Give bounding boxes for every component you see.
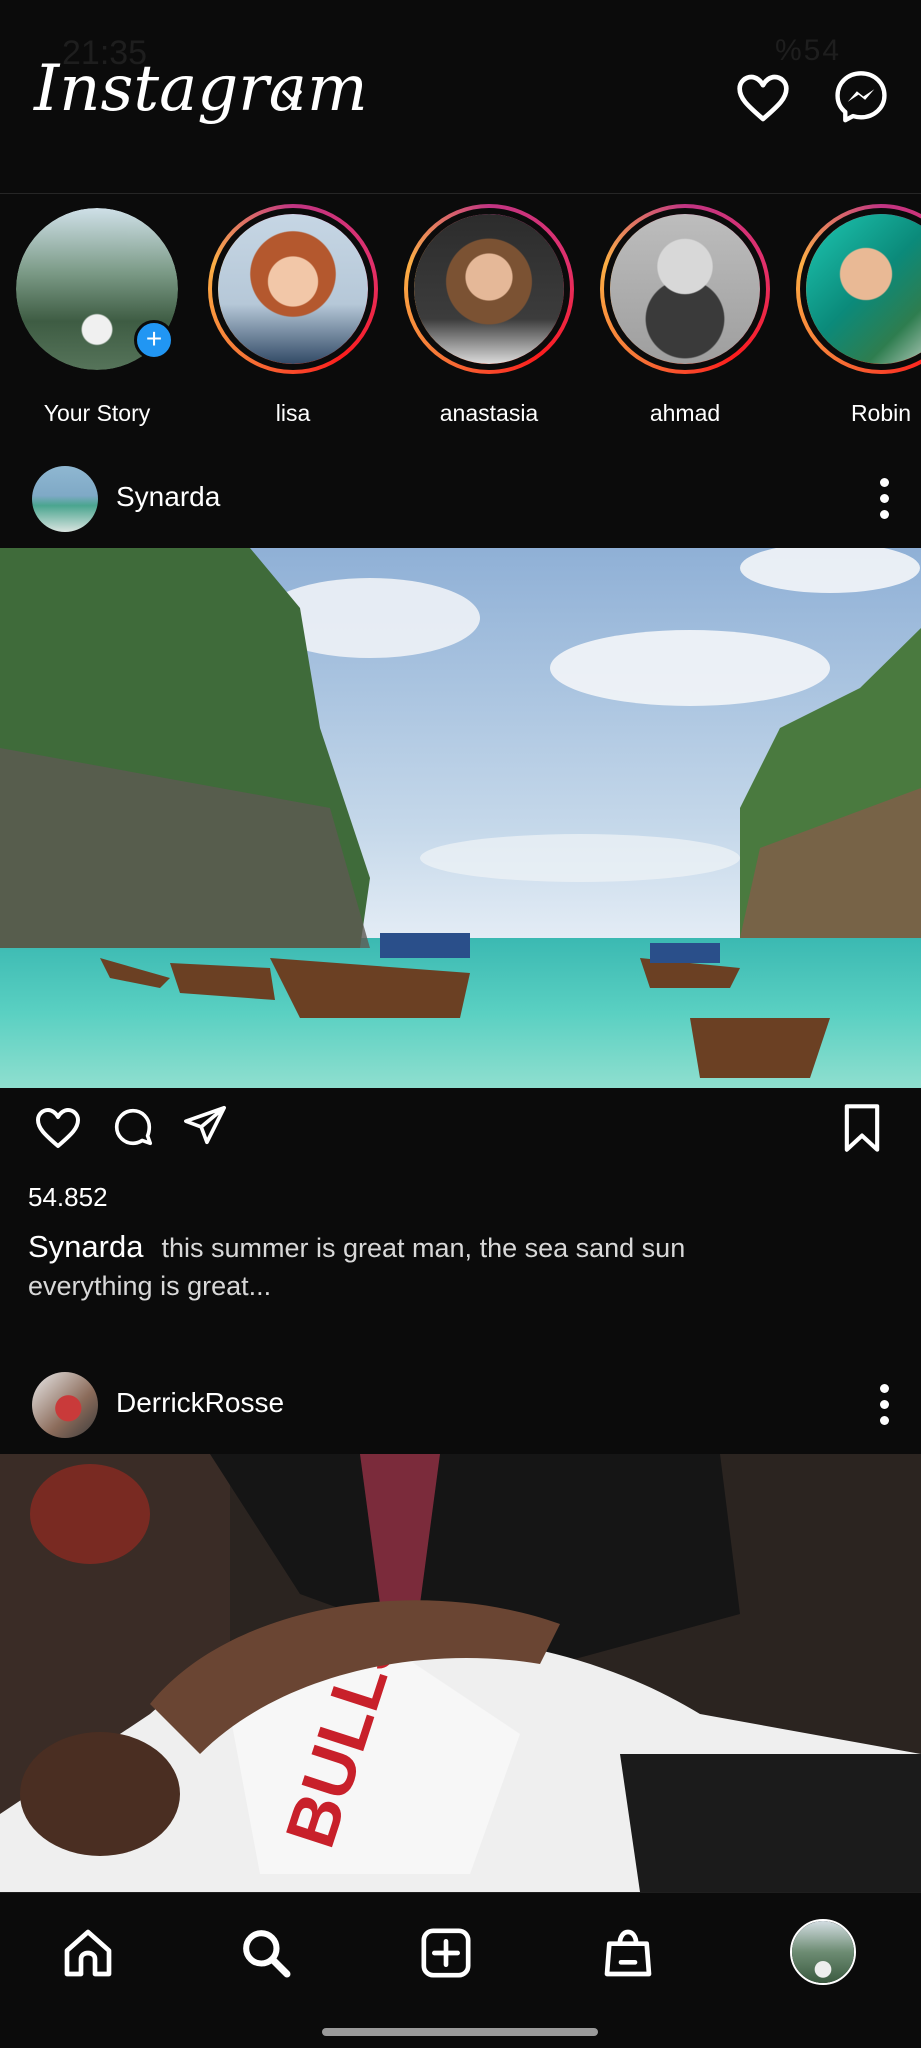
post-caption: Synarda this summer is great man, the sea…: [28, 1228, 808, 1305]
more-options-icon[interactable]: [877, 478, 891, 522]
bottom-navigation: [0, 1892, 921, 2048]
post-actions: [0, 1088, 921, 1168]
like-count[interactable]: 54.852: [28, 1182, 108, 1213]
home-indicator[interactable]: [322, 2028, 598, 2036]
story-avatar: [408, 208, 570, 370]
caption-username[interactable]: Synarda: [28, 1229, 143, 1264]
more-options-icon[interactable]: [877, 1384, 891, 1428]
beach-photo: [0, 548, 921, 1088]
bookmark-icon[interactable]: [840, 1102, 884, 1154]
post-photo[interactable]: BULLS: [0, 1454, 921, 1892]
post-photo[interactable]: [0, 548, 921, 1088]
messenger-icon[interactable]: [832, 68, 890, 126]
chevron-down-icon[interactable]: [280, 84, 304, 108]
share-icon[interactable]: [182, 1102, 228, 1148]
app-header: Instagram: [0, 0, 921, 194]
heart-icon[interactable]: [735, 70, 791, 126]
story-avatar: [212, 208, 374, 370]
post-author-avatar[interactable]: [32, 466, 98, 532]
post-author-username[interactable]: DerrickRosse: [116, 1387, 284, 1419]
heart-icon[interactable]: [34, 1104, 82, 1152]
profile-avatar[interactable]: [790, 1919, 856, 1985]
post-author-avatar[interactable]: [32, 1372, 98, 1438]
story-your-story[interactable]: + Your Story: [12, 204, 182, 427]
instagram-logo[interactable]: Instagram: [34, 52, 368, 126]
story-robin[interactable]: Robin: [796, 204, 921, 427]
basketball-photo: BULLS: [0, 1454, 921, 1892]
story-ahmad[interactable]: ahmad: [600, 204, 770, 427]
story-name: Robin: [850, 400, 912, 426]
story-name: ahmad: [649, 400, 721, 426]
comment-icon[interactable]: [110, 1104, 156, 1150]
post-author-username[interactable]: Synarda: [116, 481, 220, 513]
shop-icon[interactable]: [600, 1925, 656, 1981]
story-lisa[interactable]: lisa: [208, 204, 378, 427]
story-name: Your Story: [43, 400, 151, 426]
story-avatar: [800, 208, 921, 370]
story-anastasia[interactable]: anastasia: [404, 204, 574, 427]
story-avatar: [604, 208, 766, 370]
home-icon[interactable]: [60, 1925, 116, 1981]
stories-row[interactable]: + Your Story lisa anastasia ahmad Robin: [0, 194, 921, 444]
post-header: DerrickRosse: [0, 1360, 921, 1450]
add-story-badge-icon[interactable]: +: [134, 320, 174, 360]
search-icon[interactable]: [238, 1925, 294, 1981]
add-post-icon[interactable]: [418, 1925, 474, 1981]
story-name: lisa: [275, 400, 311, 426]
story-name: anastasia: [439, 400, 539, 426]
post-header: Synarda: [0, 454, 921, 544]
